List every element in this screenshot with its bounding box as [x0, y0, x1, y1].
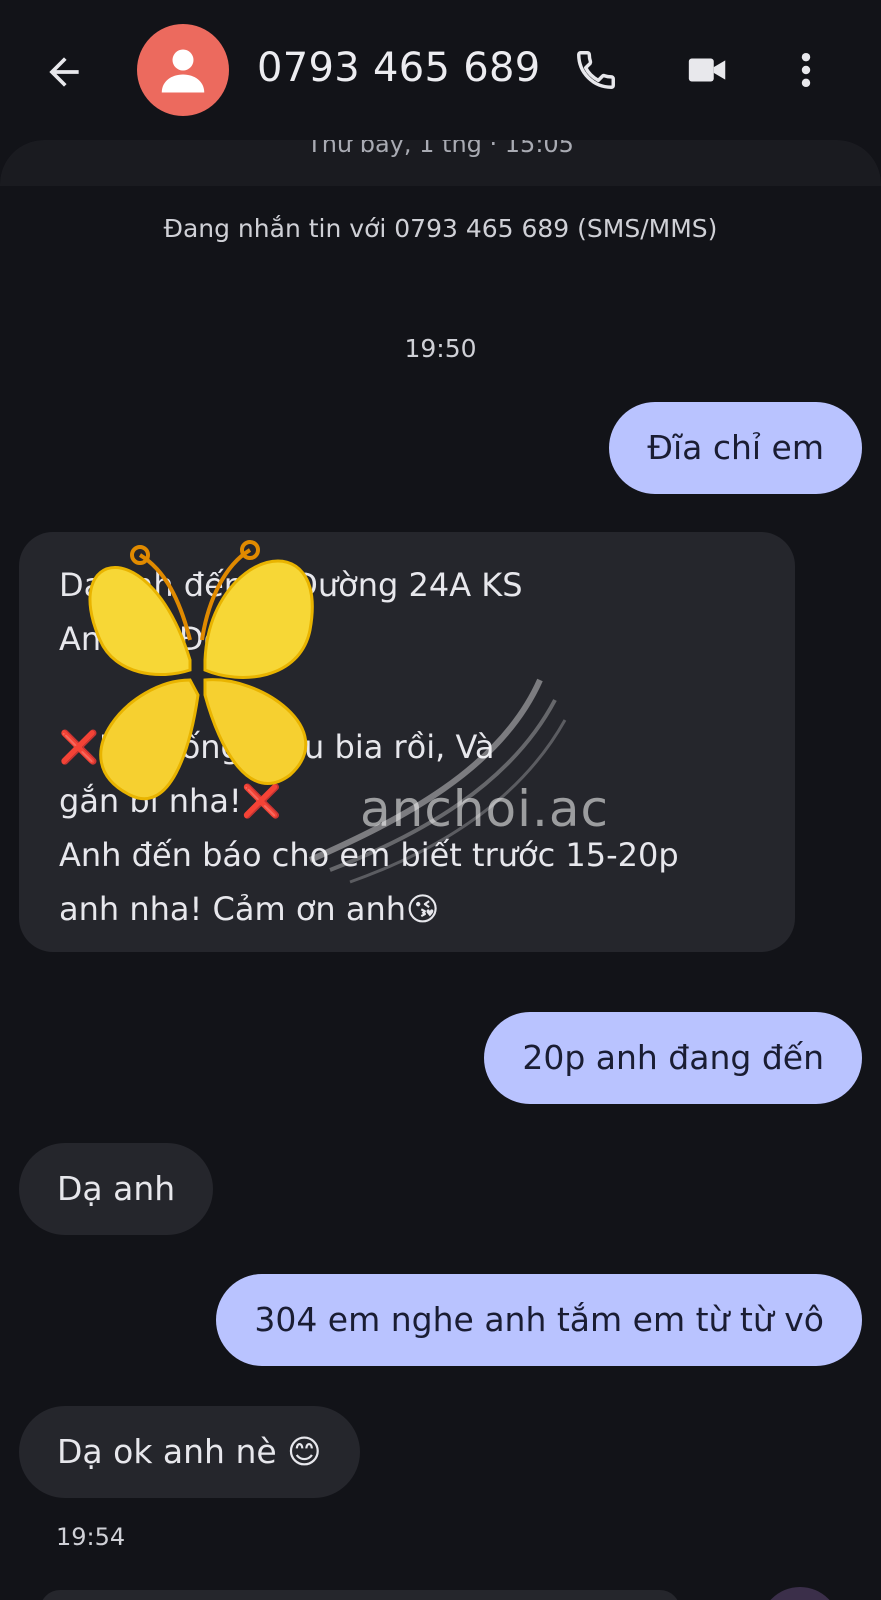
outgoing-message[interactable]: 304 em nghe anh tắm em từ từ vô: [216, 1274, 862, 1366]
watermark: anchoi.ac: [360, 780, 610, 838]
sms-notice: Đang nhắn tin với 0793 465 689 (SMS/MMS): [163, 214, 718, 243]
video-camera-icon: [688, 58, 726, 82]
contact-avatar[interactable]: [137, 24, 229, 116]
app-bar: 0793 465 689: [0, 0, 881, 140]
back-button[interactable]: [30, 38, 98, 106]
message-text: 20p anh đang đến: [522, 1038, 824, 1077]
message-text: Đĩa chỉ em: [647, 428, 824, 467]
outgoing-message[interactable]: 20p anh đang đến: [484, 1012, 862, 1104]
date-separator: Thứ bảy, 1 thg · 15:05: [307, 140, 574, 158]
message-thread[interactable]: Thứ bảy, 1 thg · 15:05 Đang nhắn tin với…: [0, 140, 881, 1600]
compose-bar[interactable]: [40, 1590, 680, 1600]
call-button[interactable]: [566, 40, 626, 100]
message-text: 304 em nghe anh tắm em từ từ vô: [254, 1300, 824, 1339]
phone-icon: [577, 51, 615, 89]
video-call-button[interactable]: [674, 40, 742, 100]
arrow-back-icon: [49, 57, 79, 87]
timestamp: 19:54: [56, 1523, 126, 1551]
outgoing-message[interactable]: Đĩa chỉ em: [609, 402, 862, 494]
incoming-message[interactable]: Dạ anh: [19, 1143, 214, 1235]
more-vert-icon: [801, 52, 811, 88]
more-options-button[interactable]: [786, 40, 826, 100]
message-text: Dạ anh: [57, 1169, 176, 1208]
contact-name[interactable]: 0793 465 689: [257, 40, 541, 96]
message-text: Dạ ok anh nè 😊: [57, 1432, 322, 1471]
person-icon: [161, 49, 205, 93]
timestamp: 19:50: [404, 334, 477, 363]
send-button[interactable]: [760, 1587, 840, 1600]
incoming-message[interactable]: Dạ ok anh nè 😊: [19, 1406, 360, 1498]
